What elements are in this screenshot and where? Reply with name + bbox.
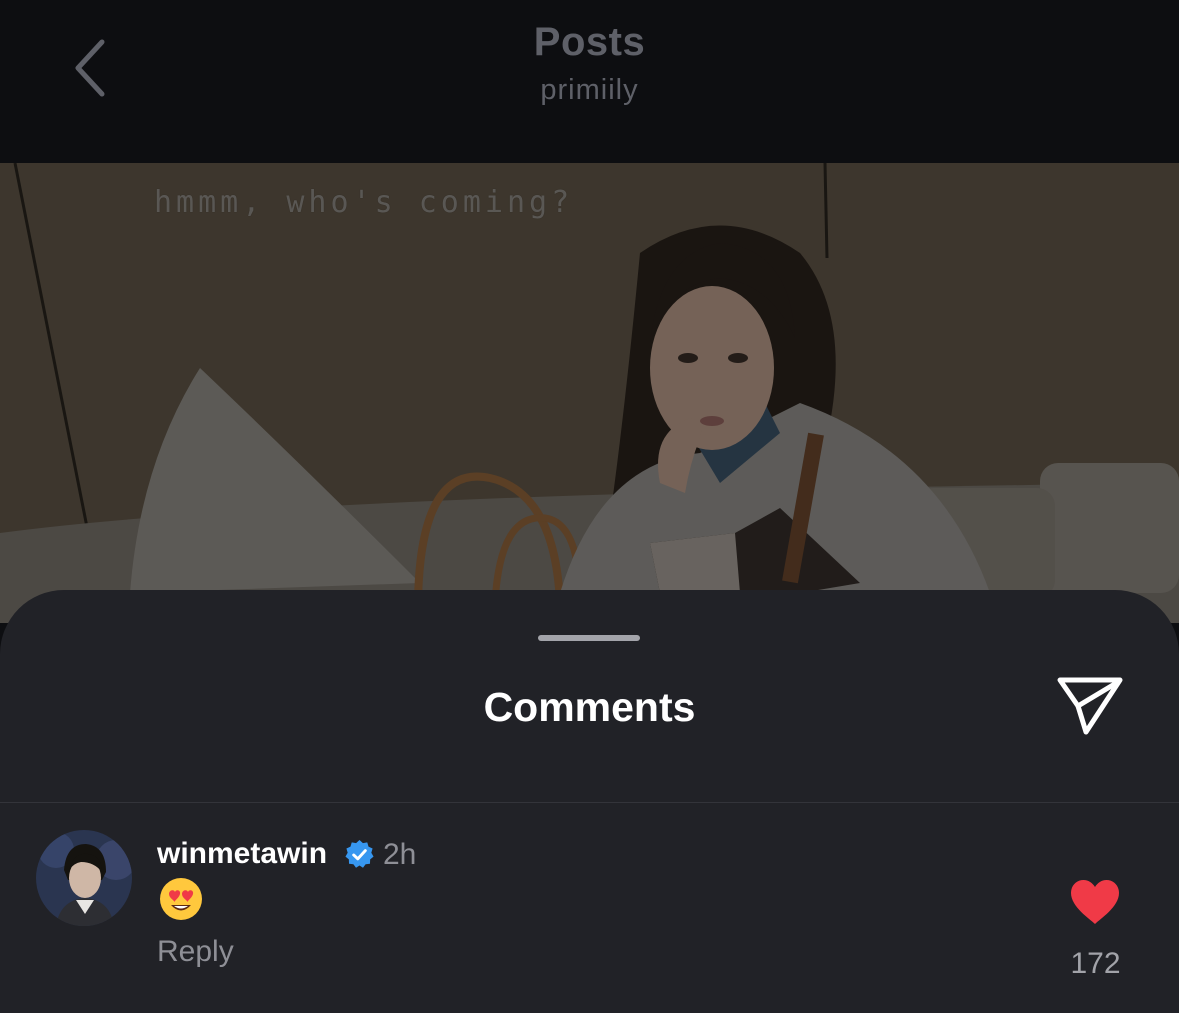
send-paper-plane-icon (1057, 677, 1123, 735)
heart-filled-icon[interactable] (1068, 878, 1122, 926)
reply-button[interactable]: Reply (157, 935, 234, 969)
comment-timestamp: 2h (383, 838, 417, 871)
page-title: Posts (533, 20, 646, 64)
heart-eyes-emoji-icon (160, 878, 202, 920)
like-count: 172 (1070, 947, 1121, 980)
verified-badge-icon (345, 839, 374, 868)
post-photo-illustration (0, 163, 1179, 623)
comments-title: Comments (483, 684, 696, 730)
top-nav-bar: Posts primiily (0, 0, 1179, 163)
sheet-divider (0, 802, 1179, 803)
share-button[interactable] (1052, 672, 1128, 740)
sheet-drag-handle[interactable] (538, 635, 640, 641)
comments-sheet: Comments winmetawin 2h Reply 172 (0, 590, 1179, 1013)
post-image[interactable]: hmmm, who's coming? (0, 163, 1179, 623)
post-comments-screen: Posts primiily hmmm, who's coming? Comme… (0, 0, 1179, 1013)
avatar[interactable] (36, 830, 132, 926)
avatar-image (36, 830, 132, 926)
post-caption-overlay: hmmm, who's coming? (154, 185, 574, 220)
comment-item: winmetawin 2h Reply 172 (0, 820, 1179, 1010)
account-username[interactable]: primiily (0, 74, 1179, 107)
comment-username[interactable]: winmetawin (157, 837, 327, 871)
